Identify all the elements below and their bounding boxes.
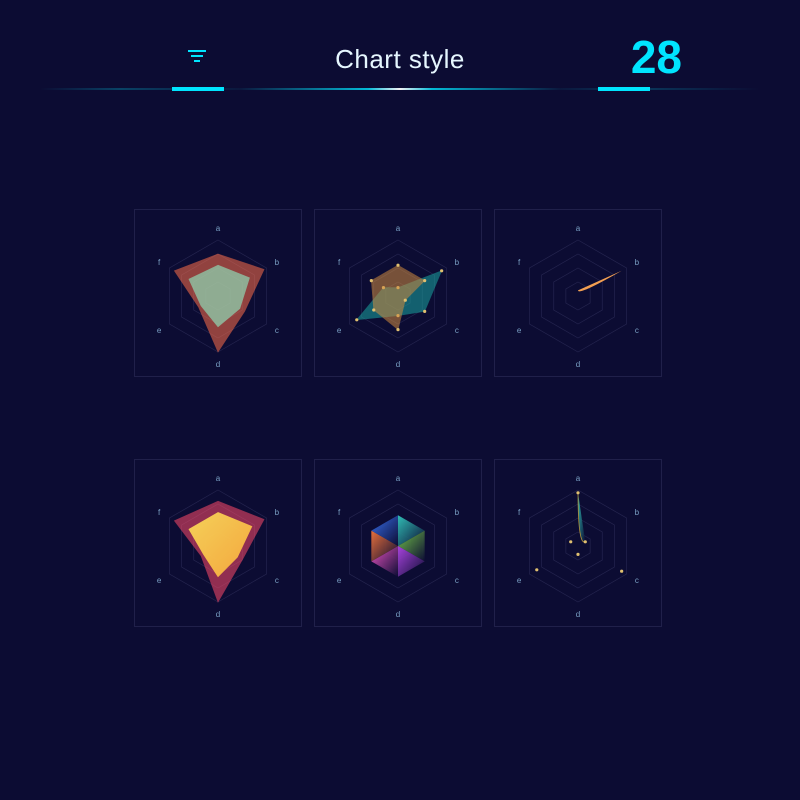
style-count: 28 bbox=[631, 30, 682, 84]
svg-text:a: a bbox=[576, 224, 581, 233]
svg-text:f: f bbox=[338, 508, 341, 517]
svg-text:f: f bbox=[158, 258, 161, 267]
svg-text:f: f bbox=[518, 508, 521, 517]
radar-chart-2[interactable]: a b c d e f bbox=[315, 210, 481, 376]
svg-text:a: a bbox=[396, 474, 401, 483]
svg-text:b: b bbox=[275, 508, 280, 517]
radar-chart-3[interactable]: a b c d e f bbox=[495, 210, 661, 376]
svg-text:d: d bbox=[396, 610, 400, 619]
svg-text:a: a bbox=[216, 474, 221, 483]
svg-text:e: e bbox=[517, 326, 522, 335]
svg-text:e: e bbox=[337, 326, 342, 335]
svg-text:e: e bbox=[157, 326, 162, 335]
svg-text:b: b bbox=[635, 258, 640, 267]
svg-text:e: e bbox=[517, 576, 522, 585]
svg-text:c: c bbox=[635, 576, 639, 585]
svg-text:c: c bbox=[455, 576, 459, 585]
svg-text:c: c bbox=[455, 326, 459, 335]
radar-chart-4[interactable]: a b c d e f bbox=[135, 460, 301, 626]
accent-right bbox=[598, 87, 650, 91]
svg-text:a: a bbox=[216, 224, 221, 233]
svg-text:f: f bbox=[158, 508, 161, 517]
radar-chart-6[interactable]: a b c d e f bbox=[495, 460, 661, 626]
radar-chart-1[interactable]: a b c d e f bbox=[135, 210, 301, 376]
svg-text:c: c bbox=[275, 326, 279, 335]
svg-text:c: c bbox=[275, 576, 279, 585]
svg-text:d: d bbox=[576, 360, 580, 369]
svg-text:a: a bbox=[576, 474, 581, 483]
svg-text:e: e bbox=[337, 576, 342, 585]
svg-text:b: b bbox=[275, 258, 280, 267]
chart-grid: a b c d e f a b c d e f a b c d e f a b c d e f a b c d e f a b c d e… bbox=[135, 210, 665, 626]
svg-text:d: d bbox=[396, 360, 400, 369]
svg-text:a: a bbox=[396, 224, 401, 233]
divider bbox=[0, 88, 800, 90]
header: Chart style 28 bbox=[0, 0, 800, 110]
svg-text:d: d bbox=[576, 610, 580, 619]
svg-text:b: b bbox=[455, 508, 460, 517]
svg-text:d: d bbox=[216, 360, 220, 369]
radar-chart-5[interactable]: a b c d e f bbox=[315, 460, 481, 626]
svg-text:b: b bbox=[455, 258, 460, 267]
svg-text:f: f bbox=[338, 258, 341, 267]
svg-text:b: b bbox=[635, 508, 640, 517]
svg-text:f: f bbox=[518, 258, 521, 267]
accent-left bbox=[172, 87, 224, 91]
svg-text:e: e bbox=[157, 576, 162, 585]
svg-text:c: c bbox=[635, 326, 639, 335]
svg-text:d: d bbox=[216, 610, 220, 619]
